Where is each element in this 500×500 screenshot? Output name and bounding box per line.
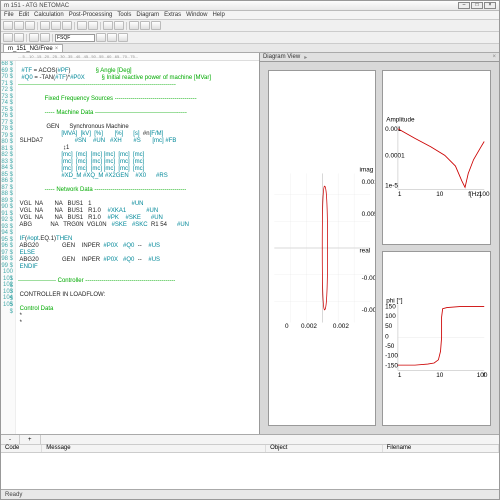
diagram-pin-icon[interactable]: ▸: [304, 54, 307, 61]
save-icon[interactable]: [25, 21, 35, 30]
cut-icon[interactable]: [40, 21, 50, 30]
tool-icon[interactable]: [3, 33, 13, 42]
redo-icon[interactable]: [88, 21, 98, 30]
diagram-title: Diagram View ▸ ×: [260, 53, 499, 62]
copy-icon[interactable]: [51, 21, 61, 30]
svg-text:-0.001: -0.001: [362, 307, 376, 314]
output-content[interactable]: [1, 453, 499, 489]
menu-calculation[interactable]: Calculation: [34, 12, 64, 18]
svg-text:f: f: [484, 372, 486, 379]
tool-icon[interactable]: [96, 33, 106, 42]
undo-icon[interactable]: [77, 21, 87, 30]
stop-icon[interactable]: [114, 21, 124, 30]
col-message: Message: [42, 445, 266, 452]
svg-text:0.001: 0.001: [362, 179, 376, 186]
svg-text:Amplitude: Amplitude: [387, 116, 416, 123]
close-button[interactable]: ×: [484, 2, 496, 9]
dropdown-fsqf[interactable]: FSQF: [55, 34, 95, 42]
svg-text:0.002: 0.002: [301, 323, 317, 330]
menu-help[interactable]: Help: [212, 12, 224, 18]
tool-icon[interactable]: [14, 33, 24, 42]
svg-text:100: 100: [386, 313, 397, 320]
svg-text:0.005: 0.005: [362, 211, 376, 218]
svg-text:0.0001: 0.0001: [386, 153, 406, 160]
svg-text:10: 10: [437, 191, 445, 198]
new-icon[interactable]: [3, 21, 13, 30]
svg-text:f[Hz]: f[Hz]: [469, 191, 482, 198]
paste-icon[interactable]: [62, 21, 72, 30]
output-tab[interactable]: -: [1, 435, 20, 444]
svg-text:1: 1: [398, 372, 402, 379]
svg-text:1: 1: [398, 191, 402, 198]
maximize-button[interactable]: □: [471, 2, 483, 9]
svg-text:10: 10: [437, 372, 445, 379]
menubar: File Edit Calculation Post-Processing To…: [1, 11, 499, 20]
minimize-button[interactable]: –: [458, 2, 470, 9]
tool-icon[interactable]: [118, 33, 128, 42]
plot-amplitude[interactable]: Amplitude 0.001 0.0001 1e-5 1 10 100 f[H…: [382, 70, 491, 245]
menu-postprocessing[interactable]: Post-Processing: [69, 12, 113, 18]
svg-text:-100: -100: [386, 353, 399, 360]
tab-label: m_151_NG/Free: [8, 46, 53, 52]
svg-text:-50: -50: [386, 343, 396, 350]
svg-text:0: 0: [285, 323, 289, 330]
run-icon[interactable]: [103, 21, 113, 30]
tab-close-icon[interactable]: ×: [55, 46, 59, 52]
toolbar-1: [1, 20, 499, 32]
diagram-close-icon[interactable]: ×: [492, 54, 496, 60]
tool-icon[interactable]: [107, 33, 117, 42]
menu-extras[interactable]: Extras: [164, 12, 181, 18]
svg-text:150: 150: [386, 304, 397, 311]
svg-text:1e-5: 1e-5: [386, 182, 399, 189]
menu-window[interactable]: Window: [186, 12, 207, 18]
plot-phase[interactable]: phi [°] 150 100 50 0 -50 -100 -150 1 10 …: [382, 251, 491, 426]
line-gutter: 68 $69 $70 $71 $72 $73 $74 $75 $76 $77 $…: [1, 61, 16, 434]
titlebar: m 151 - ATG NETOMAC – □ ×: [1, 1, 499, 11]
document-tabs: m_151_NG/Free ×: [1, 44, 499, 53]
menu-diagram[interactable]: Diagram: [136, 12, 159, 18]
output-tab-add[interactable]: +: [20, 435, 41, 444]
col-object: Object: [266, 445, 382, 452]
svg-text:0.002: 0.002: [333, 323, 349, 330]
grid-icon[interactable]: [140, 21, 150, 30]
code-content[interactable]: #TF = ACOS(#PF) § Angle [Deg] #Q0 = -TAN…: [16, 61, 259, 434]
diagram-view-panel: Diagram View ▸ × Amplitude 0.001 0.0001 …: [260, 53, 499, 434]
svg-text:-0.005: -0.005: [362, 275, 376, 282]
code-editor[interactable]: ....5....10...15...20...25...30...35...4…: [1, 53, 260, 434]
output-panel: - + Code Message Object Filename: [1, 434, 499, 489]
menu-tools[interactable]: Tools: [117, 12, 131, 18]
chart-icon[interactable]: [129, 21, 139, 30]
tool-icon[interactable]: [40, 33, 50, 42]
svg-text:0: 0: [386, 334, 390, 341]
plot-nyquist[interactable]: imag 0.001 0.005 -0.005 -0.001 real 0 0.…: [268, 70, 377, 426]
col-code: Code: [1, 445, 42, 452]
svg-text:real: real: [359, 247, 370, 254]
tab-document[interactable]: m_151_NG/Free ×: [3, 44, 63, 52]
column-ruler: ....5....10...15...20...25...30...35...4…: [1, 53, 259, 61]
menu-edit[interactable]: Edit: [19, 12, 29, 18]
status-text: Ready: [5, 492, 22, 498]
toolbar-2: FSQF: [1, 32, 499, 44]
open-icon[interactable]: [14, 21, 24, 30]
menu-file[interactable]: File: [4, 12, 14, 18]
col-filename: Filename: [383, 445, 499, 452]
status-bar: Ready: [1, 489, 499, 499]
svg-text:imag: imag: [359, 166, 373, 173]
svg-text:-150: -150: [386, 362, 399, 369]
settings-icon[interactable]: [151, 21, 161, 30]
window-title: m 151 - ATG NETOMAC: [4, 3, 69, 9]
svg-text:50: 50: [386, 323, 394, 330]
tool-icon[interactable]: [29, 33, 39, 42]
